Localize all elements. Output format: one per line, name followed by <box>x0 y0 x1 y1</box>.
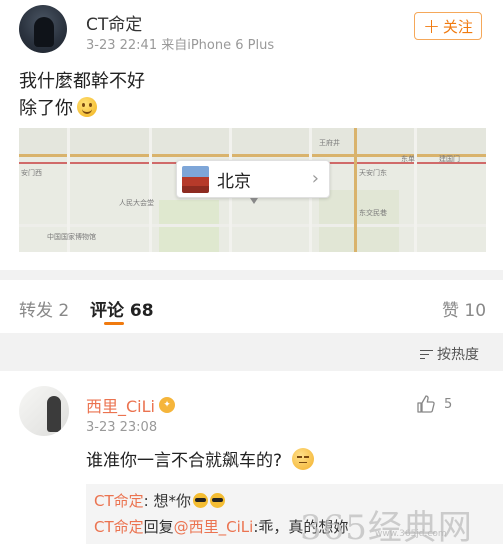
map-label: 王府井 <box>319 139 340 147</box>
post-meta: 3-23 22:41 来自iPhone 6 Plus <box>86 38 275 53</box>
reply-author[interactable]: CT命定 <box>94 492 144 510</box>
sunglasses-emoji-icon <box>192 493 208 508</box>
reply-item: CT命定: 想*你 <box>94 490 225 511</box>
reply-middle: 回复 <box>143 518 174 536</box>
post-text: 我什麼都幹不好 除了你 <box>19 68 145 122</box>
follow-label: 关注 <box>442 17 473 36</box>
sort-button[interactable]: 按热度 <box>420 344 479 364</box>
section-divider <box>0 270 503 280</box>
follow-button[interactable]: + 关注 <box>414 12 482 40</box>
meh-emoji-icon <box>292 447 315 470</box>
location-map[interactable]: 安门西 天安门东 东单 建国门 王府井 东交民巷 中国国家博物馆 人民大会堂 北… <box>19 128 486 252</box>
map-label: 安门西 <box>21 169 42 177</box>
author-avatar[interactable] <box>19 5 67 53</box>
comment-text: 谁准你一言不合就飙车的? <box>86 446 315 471</box>
map-label: 人民大会堂 <box>119 199 154 207</box>
post-text-line2: 除了你 <box>19 98 73 119</box>
reply-author[interactable]: CT命定 <box>94 518 144 536</box>
comment-time: 3-23 23:08 <box>86 420 158 435</box>
location-name: 北京 <box>217 171 251 192</box>
map-pin-icon <box>250 198 258 204</box>
vip-badge-icon: ✦ <box>158 397 175 413</box>
comment-like-button[interactable]: 5 <box>416 394 452 414</box>
post-text-line1: 我什麼都幹不好 <box>19 71 145 92</box>
map-label: 东单 <box>401 155 415 163</box>
commenter-name-text: 西里_CiLi <box>86 397 155 416</box>
smile-emoji-icon <box>77 97 97 117</box>
reply-target[interactable]: @西里_CiLi <box>174 518 254 536</box>
tab-likes[interactable]: 赞 10 <box>442 296 486 321</box>
map-label: 天安门东 <box>359 169 387 177</box>
comment-text-body: 谁准你一言不合就飙车的? <box>86 451 283 471</box>
tab-repost[interactable]: 转发 2 <box>19 296 69 321</box>
map-label: 中国国家博物馆 <box>47 233 96 241</box>
location-thumbnail <box>182 165 209 193</box>
chevron-right-icon: › <box>311 168 319 189</box>
sunglasses-emoji-icon <box>209 493 225 508</box>
watermark-url: www.365jd.com <box>375 529 447 539</box>
commenter-avatar[interactable] <box>19 386 69 436</box>
tab-comments[interactable]: 评论 68 <box>90 296 154 321</box>
map-label: 东交民巷 <box>359 209 387 217</box>
location-card[interactable]: 北京 › <box>176 160 330 198</box>
reply-text: 想*你 <box>153 492 191 510</box>
author-name[interactable]: CT命定 <box>86 10 142 35</box>
comment-like-count: 5 <box>444 396 453 412</box>
reply-separator: : <box>143 492 154 510</box>
thumbs-up-icon <box>417 395 435 413</box>
sort-label: 按热度 <box>437 347 479 363</box>
sort-icon <box>420 349 433 360</box>
active-tab-indicator <box>104 322 124 325</box>
watermark: 365经典网 <box>300 508 473 548</box>
plus-icon: + <box>423 14 440 38</box>
map-label: 建国门 <box>439 155 460 163</box>
commenter-name[interactable]: 西里_CiLi ✦ <box>86 393 175 417</box>
